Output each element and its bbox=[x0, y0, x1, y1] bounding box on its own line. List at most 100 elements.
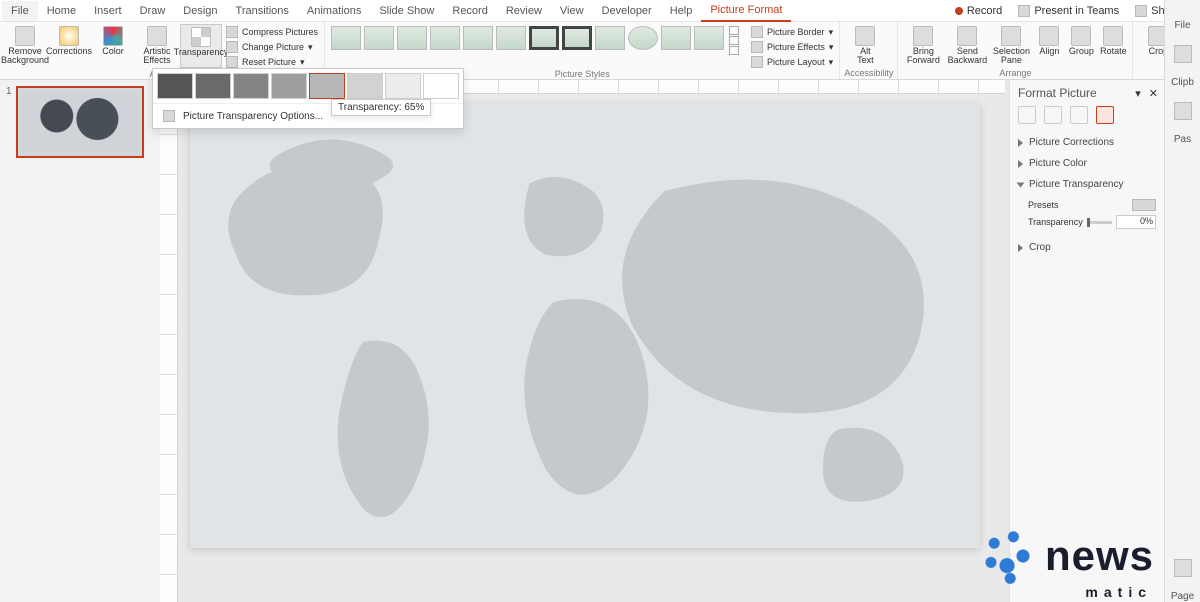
rside-file: File bbox=[1174, 20, 1190, 31]
style-thumb[interactable] bbox=[496, 26, 526, 50]
artistic-effects-button[interactable]: Artistic Effects bbox=[136, 24, 178, 68]
style-thumb[interactable] bbox=[529, 26, 559, 50]
group-button[interactable]: Group bbox=[1066, 24, 1096, 68]
change-picture-icon bbox=[226, 41, 238, 53]
gallery-more-icon[interactable] bbox=[729, 46, 739, 55]
record-button[interactable]: Record bbox=[947, 2, 1010, 20]
align-button[interactable]: Align bbox=[1034, 24, 1064, 68]
group-icon bbox=[1071, 26, 1091, 46]
tab-record[interactable]: Record bbox=[443, 1, 496, 21]
tab-review[interactable]: Review bbox=[497, 1, 551, 21]
presets-row[interactable]: Presets bbox=[1028, 197, 1156, 213]
color-button[interactable]: Color bbox=[92, 24, 134, 68]
pane-options-icon[interactable]: ▾ bbox=[1135, 87, 1141, 100]
options-icon bbox=[163, 110, 175, 122]
bring-forward-button[interactable]: Bring Forward bbox=[902, 24, 944, 68]
color-icon bbox=[103, 26, 123, 46]
style-thumb[interactable] bbox=[694, 26, 724, 50]
rside-icon[interactable] bbox=[1174, 102, 1192, 120]
pane-close-icon[interactable]: ✕ bbox=[1149, 87, 1158, 100]
section-picture-corrections[interactable]: Picture Corrections bbox=[1010, 132, 1164, 153]
tab-insert[interactable]: Insert bbox=[85, 1, 131, 21]
slide-number: 1 bbox=[6, 86, 12, 158]
present-in-teams-button[interactable]: Present in Teams bbox=[1010, 2, 1127, 20]
effects-tab-icon[interactable] bbox=[1044, 106, 1062, 124]
tab-slideshow[interactable]: Slide Show bbox=[370, 1, 443, 21]
tab-transitions[interactable]: Transitions bbox=[227, 1, 298, 21]
tab-picture-format[interactable]: Picture Format bbox=[701, 0, 791, 22]
picture-border-button[interactable]: Picture Border ▾ bbox=[749, 25, 835, 39]
rotate-button[interactable]: Rotate bbox=[1098, 24, 1128, 68]
remove-bg-icon bbox=[15, 26, 35, 46]
rside-icon[interactable] bbox=[1174, 45, 1192, 63]
change-picture-button[interactable]: Change Picture ▾ bbox=[224, 40, 320, 54]
gallery-down-icon[interactable] bbox=[729, 36, 739, 45]
selection-pane-icon bbox=[1001, 26, 1021, 46]
transparency-preset-4[interactable] bbox=[309, 73, 345, 99]
world-map-image[interactable] bbox=[190, 104, 980, 548]
transparency-preset-5[interactable] bbox=[347, 73, 383, 99]
transparency-preset-0[interactable] bbox=[157, 73, 193, 99]
reset-picture-button[interactable]: Reset Picture ▾ bbox=[224, 55, 320, 69]
rside-clip: Clipb bbox=[1171, 77, 1194, 88]
gallery-up-icon[interactable] bbox=[729, 26, 739, 35]
style-thumb[interactable] bbox=[562, 26, 592, 50]
transparency-preset-1[interactable] bbox=[195, 73, 231, 99]
slide[interactable] bbox=[190, 104, 980, 548]
style-thumb[interactable] bbox=[430, 26, 460, 50]
section-crop[interactable]: Crop bbox=[1010, 237, 1164, 258]
compress-pictures-button[interactable]: Compress Pictures bbox=[224, 25, 320, 39]
transparency-preset-3[interactable] bbox=[271, 73, 307, 99]
group-label-arrange: Arrange bbox=[902, 68, 1128, 79]
tab-view[interactable]: View bbox=[551, 1, 593, 21]
tab-developer[interactable]: Developer bbox=[593, 1, 661, 21]
corrections-button[interactable]: Corrections bbox=[48, 24, 90, 68]
teams-icon bbox=[1018, 5, 1030, 17]
transparency-preset-2[interactable] bbox=[233, 73, 269, 99]
alt-text-button[interactable]: Alt Text bbox=[844, 24, 886, 68]
rside-icon[interactable] bbox=[1174, 559, 1192, 577]
border-icon bbox=[751, 26, 763, 38]
picture-tab-icon[interactable] bbox=[1096, 106, 1114, 124]
alt-text-icon bbox=[855, 26, 875, 46]
size-tab-icon[interactable] bbox=[1070, 106, 1088, 124]
format-pane-title: Format Picture bbox=[1018, 86, 1097, 100]
transparency-slider-row[interactable]: Transparency 0% bbox=[1028, 213, 1156, 231]
transparency-tooltip: Transparency: 65% bbox=[331, 99, 431, 116]
fill-tab-icon[interactable] bbox=[1018, 106, 1036, 124]
style-thumb[interactable] bbox=[331, 26, 361, 50]
section-picture-color[interactable]: Picture Color bbox=[1010, 153, 1164, 174]
picture-effects-button[interactable]: Picture Effects ▾ bbox=[749, 40, 835, 54]
reset-picture-icon bbox=[226, 56, 238, 68]
transparency-value-field[interactable]: 0% bbox=[1116, 215, 1156, 229]
transparency-slider[interactable] bbox=[1087, 221, 1112, 224]
selection-pane-button[interactable]: Selection Pane bbox=[990, 24, 1032, 68]
style-thumb[interactable] bbox=[364, 26, 394, 50]
section-picture-transparency[interactable]: Picture Transparency bbox=[1010, 174, 1164, 195]
tab-home[interactable]: Home bbox=[38, 1, 85, 21]
transparency-preset-7[interactable] bbox=[423, 73, 459, 99]
remove-background-button[interactable]: Remove Background bbox=[4, 24, 46, 68]
slide-thumbnail-1[interactable] bbox=[16, 86, 144, 158]
slide-thumbnail-panel: 1 bbox=[0, 80, 160, 602]
style-thumb[interactable] bbox=[397, 26, 427, 50]
tab-animations[interactable]: Animations bbox=[298, 1, 370, 21]
tab-design[interactable]: Design bbox=[174, 1, 226, 21]
picture-style-gallery[interactable] bbox=[329, 24, 741, 57]
picture-layout-button[interactable]: Picture Layout ▾ bbox=[749, 55, 835, 69]
tab-file[interactable]: File bbox=[2, 1, 38, 21]
tab-help[interactable]: Help bbox=[661, 1, 702, 21]
transparency-preset-6[interactable] bbox=[385, 73, 421, 99]
presets-dropdown-icon[interactable] bbox=[1132, 199, 1156, 211]
style-thumb[interactable] bbox=[661, 26, 691, 50]
style-thumb[interactable] bbox=[628, 26, 658, 50]
transparency-icon bbox=[191, 27, 211, 47]
tab-draw[interactable]: Draw bbox=[131, 1, 175, 21]
watermark-logo: news matic bbox=[975, 524, 1154, 588]
slide-canvas-area bbox=[160, 80, 1005, 602]
style-thumb[interactable] bbox=[595, 26, 625, 50]
transparency-button[interactable]: Transparency bbox=[180, 24, 222, 68]
send-backward-button[interactable]: Send Backward bbox=[946, 24, 988, 68]
style-thumb[interactable] bbox=[463, 26, 493, 50]
ruler-vertical bbox=[160, 94, 178, 602]
